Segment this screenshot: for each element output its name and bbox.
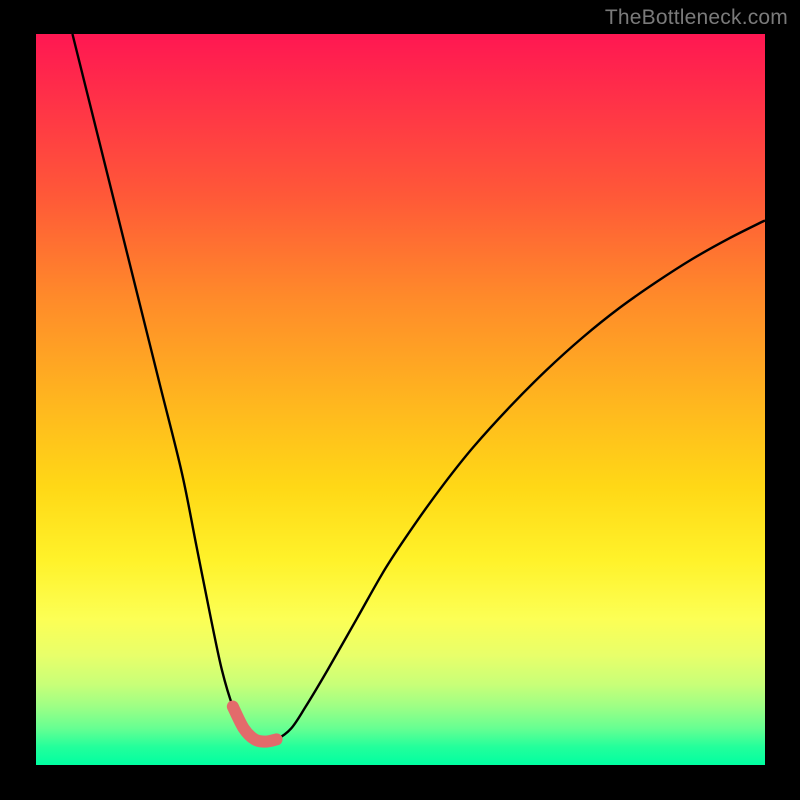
chart-frame: TheBottleneck.com (0, 0, 800, 800)
plot-area (36, 34, 765, 765)
bottleneck-curve-path (72, 34, 765, 742)
bottleneck-curve-svg (36, 34, 765, 765)
bottleneck-curve-highlight (233, 707, 277, 742)
watermark-text: TheBottleneck.com (605, 6, 788, 30)
